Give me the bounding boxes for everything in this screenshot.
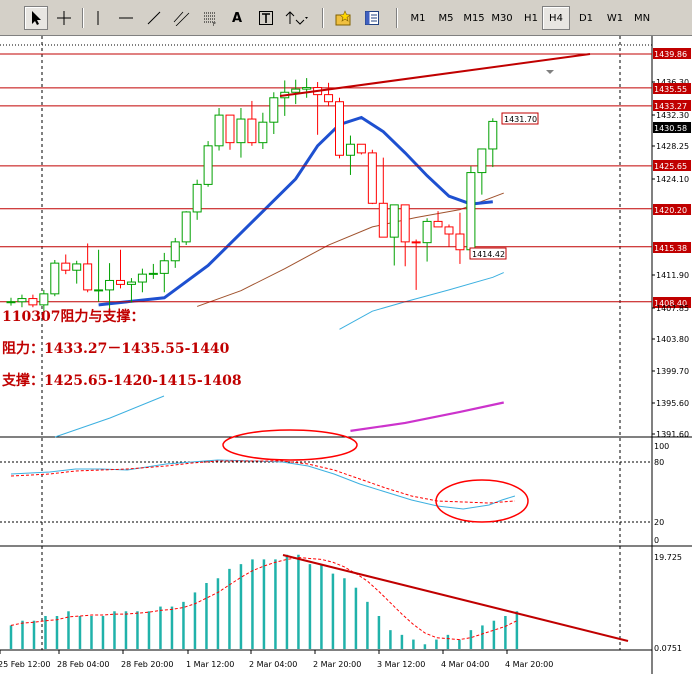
horizontal-line-icon[interactable] [114, 6, 138, 30]
time-axis-label: 4 Mar 04:00 [441, 660, 489, 669]
cursor-arrow-icon[interactable] [24, 6, 48, 30]
candle-body [126, 281, 136, 285]
time-axis-label: 25 Feb 12:00 [0, 660, 50, 669]
candle-body [214, 114, 224, 147]
candle-body [345, 143, 355, 156]
time-axis-label: 3 Mar 12:00 [377, 660, 425, 669]
stoch-axis-label: 20 [654, 518, 664, 527]
volume-axis-label: 0.0751 [654, 644, 682, 653]
time-axis-label: 2 Mar 04:00 [249, 660, 297, 669]
price-axis-label: 1424.10 [656, 175, 689, 184]
price-axis-label: 1428.25 [656, 142, 689, 151]
candle-body [137, 273, 147, 283]
candle-body [181, 211, 191, 243]
candle-body [225, 114, 235, 144]
fibonacci-icon[interactable]: F [198, 6, 222, 30]
candle-body [94, 289, 104, 292]
candle-body [411, 241, 421, 244]
price-axis-label: 1433.27 [654, 102, 687, 111]
candle-body [61, 262, 71, 271]
templates-icon[interactable] [360, 6, 384, 30]
candle-body [302, 87, 312, 90]
stoch-axis-label: 100 [654, 442, 669, 451]
candle-body [247, 118, 257, 144]
candle-body [466, 172, 476, 251]
volume-axis-label: 19.725 [654, 553, 682, 562]
candle-body [170, 241, 180, 262]
stoch-axis-label: 0 [654, 536, 659, 545]
candle-body [116, 279, 125, 285]
candle-body [378, 202, 388, 238]
price-axis-label: 1403.80 [656, 335, 689, 344]
candle-body [488, 120, 498, 150]
time-axis-label: 2 Mar 20:00 [313, 660, 361, 669]
price-axis-label: 1415.38 [654, 244, 687, 253]
channel-icon[interactable] [170, 6, 194, 30]
candle-body [17, 298, 27, 303]
candle-body [400, 204, 410, 243]
time-axis-label: 4 Mar 20:00 [505, 660, 553, 669]
arrows-dropdown-icon[interactable] [282, 6, 312, 30]
trendline-icon[interactable] [142, 6, 166, 30]
price-axis-label: 1439.86 [654, 50, 687, 59]
candle-body [83, 263, 93, 291]
candle-body [258, 121, 268, 144]
candle-body [324, 94, 334, 103]
candle-body [444, 226, 454, 235]
time-axis-label: 28 Feb 20:00 [121, 660, 173, 669]
price-axis-label: 1435.55 [654, 85, 687, 94]
candle-body [159, 260, 169, 274]
annotation-support: 支撑：1425.65-1420-1415-1408 [2, 373, 242, 389]
time-axis-label: 1 Mar 12:00 [186, 660, 234, 669]
text-label-tool[interactable]: A [226, 6, 248, 30]
vertical-line-icon[interactable] [88, 6, 108, 30]
candle-body [367, 152, 377, 204]
crosshair-icon[interactable] [52, 6, 76, 30]
timeframe-mn[interactable]: MN [622, 6, 662, 30]
folder-star-icon[interactable] [332, 6, 356, 30]
candle-body [236, 118, 246, 144]
annotation-title: 110307阻力与支撑： [2, 309, 145, 325]
candle-body [422, 220, 432, 244]
price-axis-label: 1430.58 [654, 124, 687, 133]
price-axis-label: 1391.60 [656, 430, 689, 439]
candle-body [269, 97, 279, 123]
price-axis-label: 1425.65 [654, 162, 687, 171]
price-axis-label: 1395.60 [656, 399, 689, 408]
candle-body [6, 301, 16, 304]
candle-body [28, 298, 38, 306]
price-label-high: 1431.70 [504, 115, 537, 124]
candle-body [203, 145, 213, 185]
price-axis-label: 1420.20 [654, 206, 687, 215]
price-axis-label: 1432.30 [656, 111, 689, 120]
text-box-icon[interactable] [254, 6, 278, 30]
candle-body [72, 263, 82, 271]
candle-body [477, 148, 487, 174]
candle-body [50, 262, 60, 295]
price-axis-label: 1399.70 [656, 367, 689, 376]
price-label-low: 1414.42 [472, 250, 505, 259]
price-axis-label: 1411.90 [656, 271, 689, 280]
time-axis-label: 28 Feb 04:00 [57, 660, 109, 669]
svg-text:F: F [213, 22, 216, 26]
candle-body [389, 204, 399, 238]
candle-body [105, 279, 115, 291]
price-axis-label: 1407.85 [656, 304, 689, 313]
stoch-axis-label: 80 [654, 458, 664, 467]
candle-body [39, 293, 49, 306]
annotation-resistance: 阻力：1433.27－1435.55-1440 [2, 341, 230, 357]
candle-body [356, 143, 366, 154]
candle-body [148, 272, 158, 275]
candle-body [335, 101, 344, 156]
candle-body [291, 88, 301, 93]
candle-body [455, 233, 465, 251]
candle-body [433, 220, 443, 228]
candle-body [192, 183, 202, 213]
toolbar: F A M1 M5 M15 M30 H1 H4 D1 W1 MN [0, 0, 692, 36]
